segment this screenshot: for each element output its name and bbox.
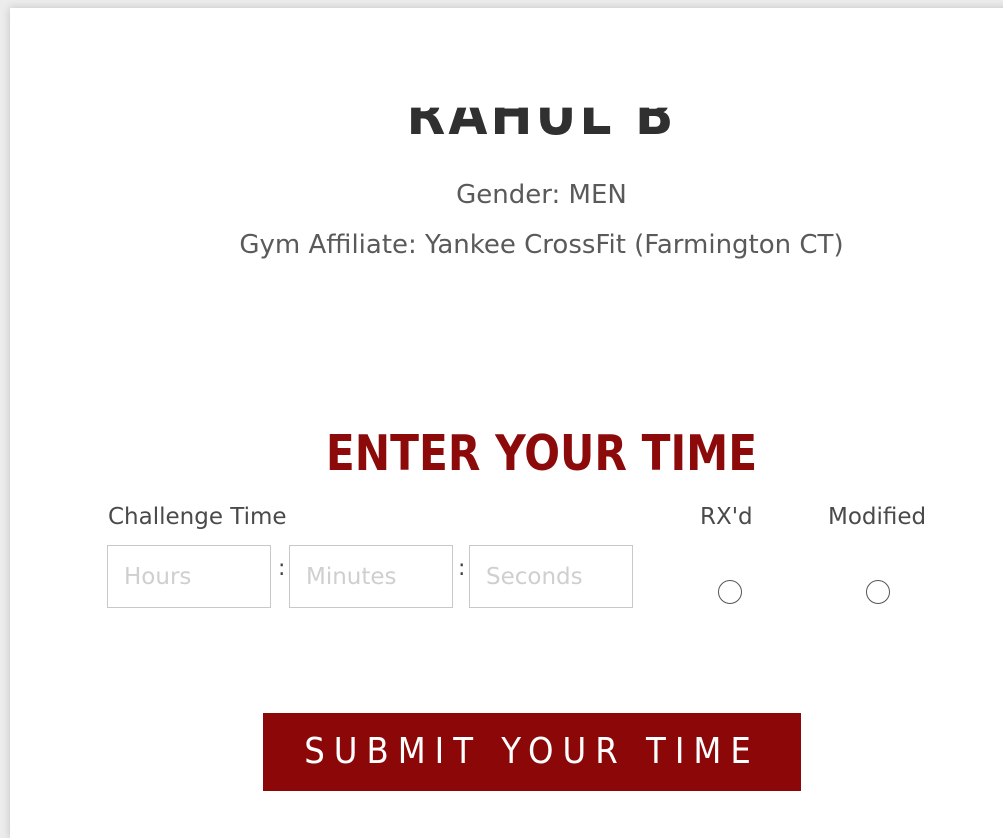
gym-affiliate-text: Gym Affiliate: Yankee CrossFit (Farmingt… <box>239 230 844 260</box>
modified-radio[interactable] <box>866 580 890 604</box>
time-separator: : <box>278 556 286 581</box>
gender-text: Gender: MEN <box>456 180 627 210</box>
modified-label: Modified <box>828 504 927 530</box>
rxd-radio[interactable] <box>718 580 742 604</box>
submit-time-button[interactable]: SUBMIT YOUR TIME <box>263 713 801 791</box>
rxd-label: RX'd <box>700 504 753 530</box>
athlete-name: RAHUL B <box>406 83 677 148</box>
minutes-input[interactable] <box>289 545 453 608</box>
challenge-time-label: Challenge Time <box>108 504 287 530</box>
time-separator: : <box>458 556 466 581</box>
seconds-input[interactable] <box>469 545 633 608</box>
hours-input[interactable] <box>107 545 271 608</box>
enter-time-heading: ENTER YOUR TIME <box>325 424 758 483</box>
